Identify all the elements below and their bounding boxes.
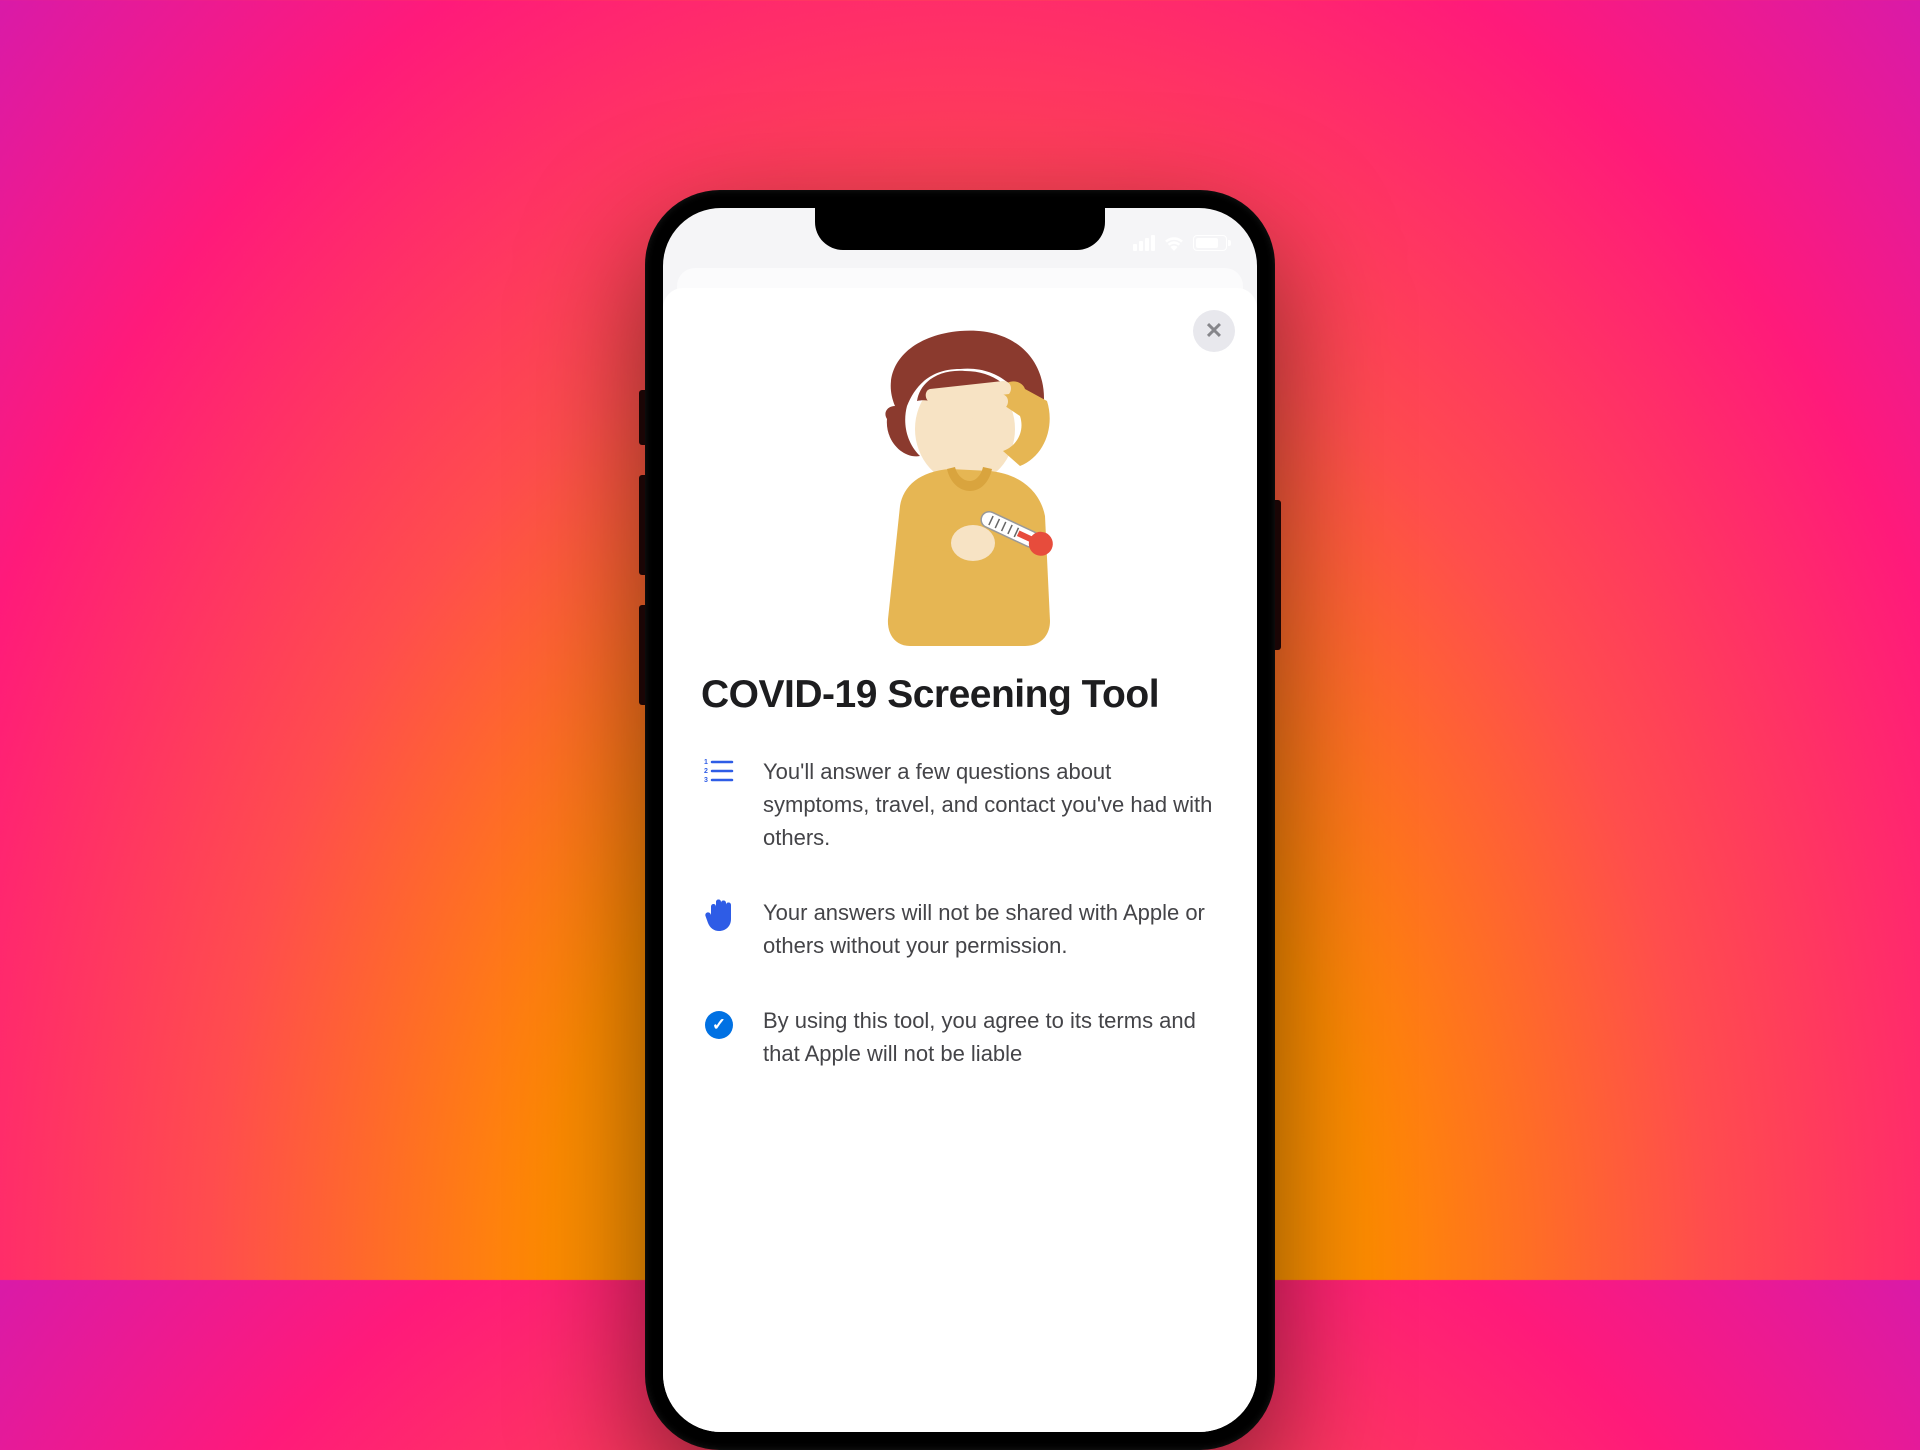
volume-down-button <box>639 605 645 705</box>
checkmark-circle-icon: ✓ <box>701 1004 737 1040</box>
person-sick-illustration <box>663 288 1257 658</box>
numbered-list-icon: 1 2 3 <box>701 755 737 791</box>
volume-up-button <box>639 475 645 575</box>
cellular-signal-icon <box>1133 235 1155 251</box>
wifi-icon <box>1163 235 1185 251</box>
modal-content: COVID-19 Screening Tool 1 2 3 You'll <box>663 658 1257 1070</box>
close-button[interactable]: ✕ <box>1193 310 1235 352</box>
info-item-privacy: Your answers will not be shared with App… <box>701 896 1219 962</box>
info-text-terms: By using this tool, you agree to its ter… <box>763 1004 1219 1070</box>
svg-text:2: 2 <box>704 768 708 775</box>
close-icon: ✕ <box>1205 320 1223 342</box>
screening-tool-modal: ✕ <box>663 288 1257 1432</box>
svg-text:3: 3 <box>704 777 708 784</box>
info-text-privacy: Your answers will not be shared with App… <box>763 896 1219 962</box>
status-icons-right <box>1133 235 1227 251</box>
phone-notch <box>815 208 1105 250</box>
power-button <box>1275 500 1281 650</box>
info-item-terms: ✓ By using this tool, you agree to its t… <box>701 1004 1219 1070</box>
phone-screen: ✕ <box>663 208 1257 1432</box>
svg-text:1: 1 <box>704 759 708 766</box>
phone-frame: ✕ <box>645 190 1275 1450</box>
info-item-questions: 1 2 3 You'll answer a few questions abou… <box>701 755 1219 854</box>
battery-icon <box>1193 235 1227 251</box>
page-title: COVID-19 Screening Tool <box>701 673 1219 717</box>
mute-switch <box>639 390 645 445</box>
hand-stop-icon <box>701 896 737 932</box>
info-text-questions: You'll answer a few questions about symp… <box>763 755 1219 854</box>
